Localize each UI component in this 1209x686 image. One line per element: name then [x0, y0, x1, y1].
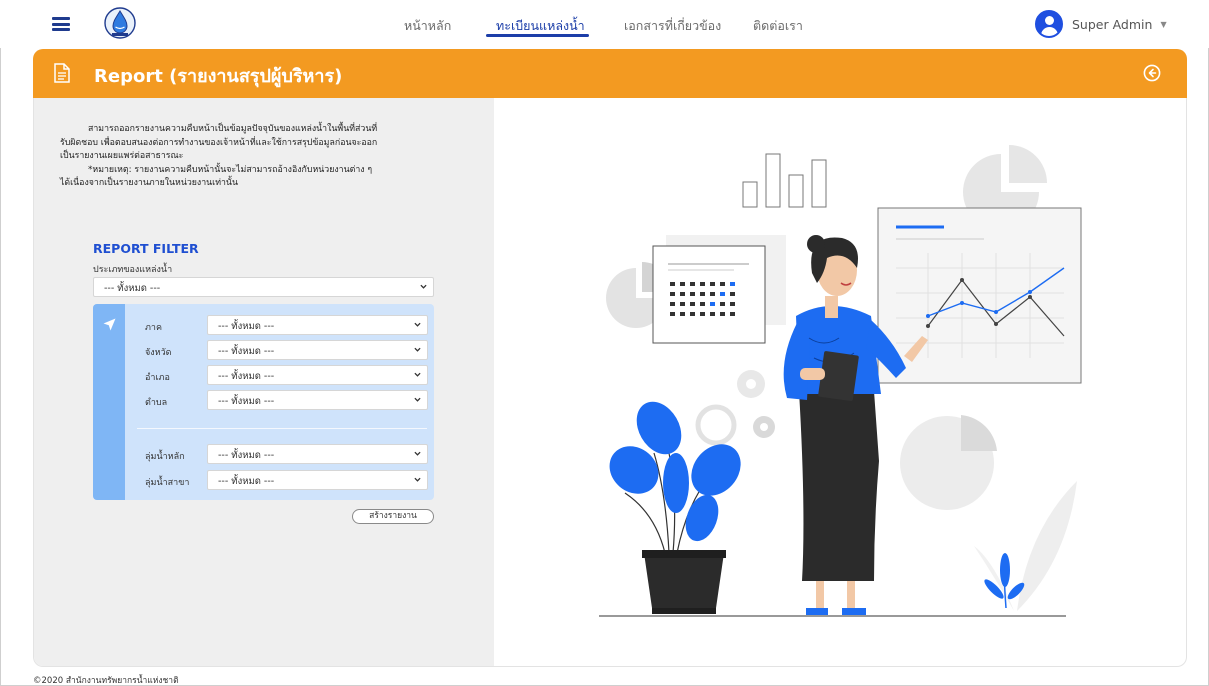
- district-select[interactable]: --- ทั้งหมด ---: [207, 365, 428, 385]
- presentation-illustration: [599, 145, 1082, 617]
- report-header-bar: Report (รายงานสรุปผู้บริหาร): [33, 49, 1187, 98]
- menu-water-registry[interactable]: ทะเบียนแหล่งน้ำ: [496, 16, 585, 36]
- chevron-down-icon: [414, 477, 421, 482]
- sub-basin-label: ลุ่มน้ำสาขา: [145, 478, 190, 488]
- caret-down-icon: ▼: [1160, 19, 1167, 29]
- water-source-type-select[interactable]: --- ทั้งหมด ---: [93, 277, 434, 297]
- user-avatar-icon: [1035, 10, 1063, 38]
- user-name: Super Admin: [1072, 16, 1153, 32]
- potted-plant-icon: [609, 401, 741, 614]
- filter-panel: สามารถออกรายงานความคืบหน้าเป็นข้อมูลปัจจ…: [34, 98, 494, 666]
- gear-outline-icon: [695, 404, 737, 446]
- bar-outline-icon: [742, 153, 827, 208]
- page-title: Report (รายงานสรุปผู้บริหาร): [94, 66, 343, 87]
- description-note: ได้เนื่องจากเป็นรายงานภายในหน่วยงานเท่าน…: [60, 178, 238, 188]
- select-value: --- ทั้งหมด ---: [218, 321, 275, 332]
- chevron-down-icon: [414, 451, 421, 456]
- subdistrict-label: ตำบล: [145, 398, 168, 408]
- location-filter-box: ภาค --- ทั้งหมด --- จังหวัด --- ทั้งหมด …: [93, 304, 434, 500]
- sub-basin-select[interactable]: --- ทั้งหมด ---: [207, 470, 428, 490]
- agency-logo[interactable]: [104, 6, 136, 40]
- province-label: จังหวัด: [145, 348, 172, 358]
- region-label: ภาค: [145, 323, 163, 333]
- description-line: สามารถออกรายงานความคืบหน้าเป็นข้อมูลปัจจ…: [88, 124, 378, 134]
- report-card: สามารถออกรายงานความคืบหน้าเป็นข้อมูลปัจจ…: [33, 98, 1187, 667]
- main-basin-select[interactable]: --- ทั้งหมด ---: [207, 444, 428, 464]
- subdistrict-select[interactable]: --- ทั้งหมด ---: [207, 390, 428, 410]
- top-navbar: หน้าหลัก ทะเบียนแหล่งน้ำ เอกสารที่เกี่ยว…: [0, 0, 1209, 48]
- region-select[interactable]: --- ทั้งหมด ---: [207, 315, 428, 335]
- location-arrow-icon: [103, 318, 116, 331]
- select-value: --- ทั้งหมด ---: [104, 283, 161, 294]
- calendar-board-icon: [652, 235, 786, 344]
- select-value: --- ทั้งหมด ---: [218, 396, 275, 407]
- chevron-down-icon: [420, 284, 427, 289]
- province-select[interactable]: --- ทั้งหมด ---: [207, 340, 428, 360]
- document-icon: [54, 63, 70, 83]
- pie-decoration-icon: [900, 415, 997, 510]
- select-value: --- ทั้งหมด ---: [218, 371, 275, 382]
- water-source-type-label: ประเภทของแหล่งน้ำ: [93, 265, 173, 275]
- menu-documents[interactable]: เอกสารที่เกี่ยวข้อง: [624, 16, 721, 36]
- back-circle-icon[interactable]: [1143, 64, 1161, 82]
- gear-icon: [737, 370, 775, 438]
- chevron-down-icon: [414, 372, 421, 377]
- select-value: --- ทั้งหมด ---: [218, 346, 275, 357]
- menu-contact[interactable]: ติดต่อเรา: [753, 16, 803, 36]
- description-line: รับผิดชอบ เพื่อตอบสนองต่อการทำงานของเจ้า…: [60, 137, 378, 148]
- description-line: เป็นรายงานเผยแพร่ต่อสาธารณะ: [60, 151, 184, 161]
- hamburger-menu-icon[interactable]: [52, 17, 70, 31]
- chevron-down-icon: [414, 397, 421, 402]
- create-report-button[interactable]: สร้างรายงาน: [352, 509, 434, 524]
- district-label: อำเภอ: [145, 373, 170, 383]
- report-description: สามารถออกรายงานความคืบหน้าเป็นข้อมูลปัจจ…: [60, 123, 465, 191]
- select-value: --- ทั้งหมด ---: [218, 476, 275, 487]
- chevron-down-icon: [414, 347, 421, 352]
- footer-copyright: ©2020 สำนักงานทรัพยากรน้ำแห่งชาติ: [33, 676, 179, 686]
- description-note: *หมายเหตุ: รายงานความคืบหน้านั้นจะไม่สาม…: [88, 164, 373, 175]
- chevron-down-icon: [414, 322, 421, 327]
- menu-home[interactable]: หน้าหลัก: [404, 16, 451, 36]
- filter-box-strip: [93, 304, 125, 500]
- user-menu[interactable]: Super Admin ▼: [1035, 10, 1167, 38]
- select-value: --- ทั้งหมด ---: [218, 450, 275, 461]
- active-menu-underline: [486, 34, 589, 37]
- main-basin-label: ลุ่มน้ำหลัก: [145, 452, 185, 462]
- report-filter-title: REPORT FILTER: [93, 241, 199, 256]
- leaf-decoration-icon: [974, 481, 1077, 611]
- filter-divider: [137, 428, 427, 429]
